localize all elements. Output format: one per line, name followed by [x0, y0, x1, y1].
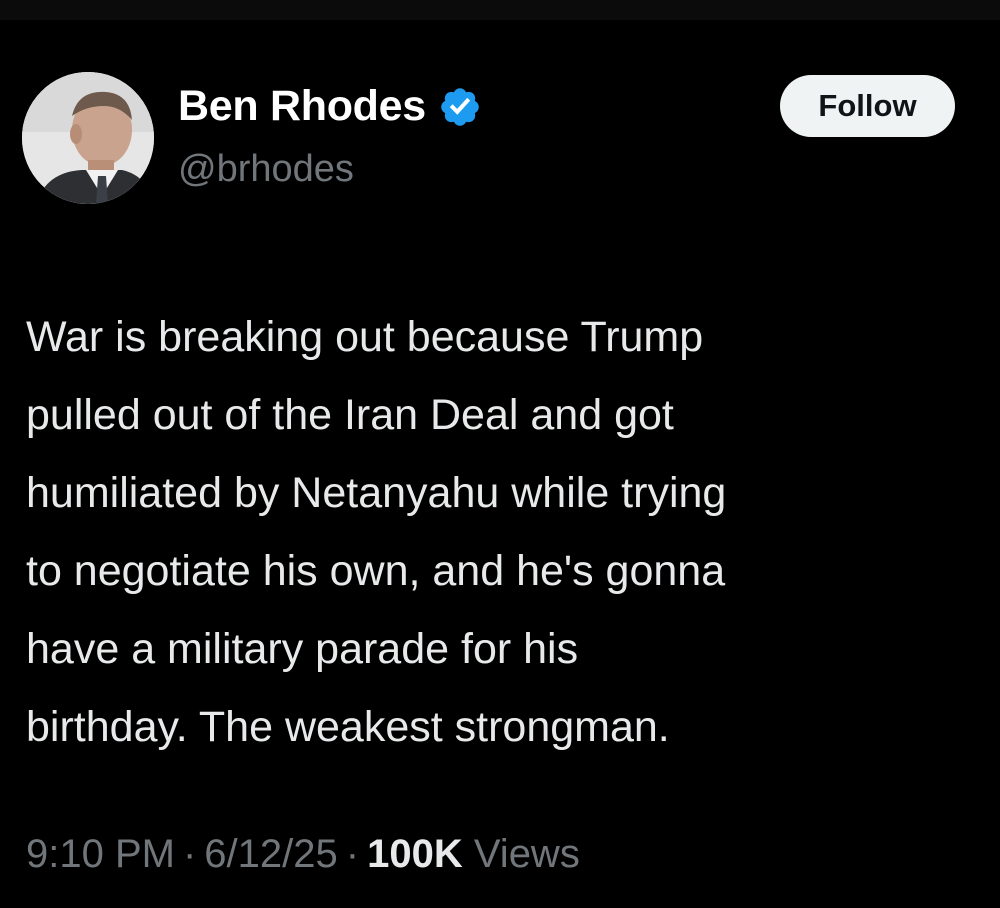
meta-separator: ·	[345, 832, 360, 876]
tweet-meta: 9:10 PM · 6/12/25 · 100K Views	[26, 832, 580, 877]
tweet-text-line: humiliated by Netanyahu while trying	[26, 469, 727, 517]
avatar[interactable]	[22, 72, 154, 204]
avatar-photo-icon	[22, 72, 154, 204]
tweet-text-line: birthday. The weakest strongman.	[26, 703, 670, 751]
tweet-time[interactable]: 9:10 PM	[26, 832, 175, 876]
author-handle[interactable]: @brhodes	[178, 148, 354, 191]
top-edge-strip	[0, 0, 1000, 20]
tweet-text-line: to negotiate his own, and he's gonna	[26, 547, 726, 595]
tweet-text-line: War is breaking out because Trump	[26, 313, 704, 361]
tweet-date[interactable]: 6/12/25	[204, 832, 337, 876]
tweet-text-line: have a military parade for his	[26, 625, 579, 673]
meta-separator: ·	[182, 832, 197, 876]
views-label: Views	[473, 832, 580, 876]
views-count[interactable]: 100K	[367, 832, 463, 876]
tweet-card: Ben Rhodes @brhodes Follow War is breaki…	[0, 20, 1000, 908]
author-display-name[interactable]: Ben Rhodes	[178, 82, 426, 131]
tweet-text: War is breaking out because Trump pulled…	[26, 298, 966, 766]
tweet-text-line: pulled out of the Iran Deal and got	[26, 391, 674, 439]
author-name-row: Ben Rhodes	[178, 82, 482, 131]
follow-button[interactable]: Follow	[780, 75, 955, 137]
verified-badge-icon	[441, 87, 479, 126]
